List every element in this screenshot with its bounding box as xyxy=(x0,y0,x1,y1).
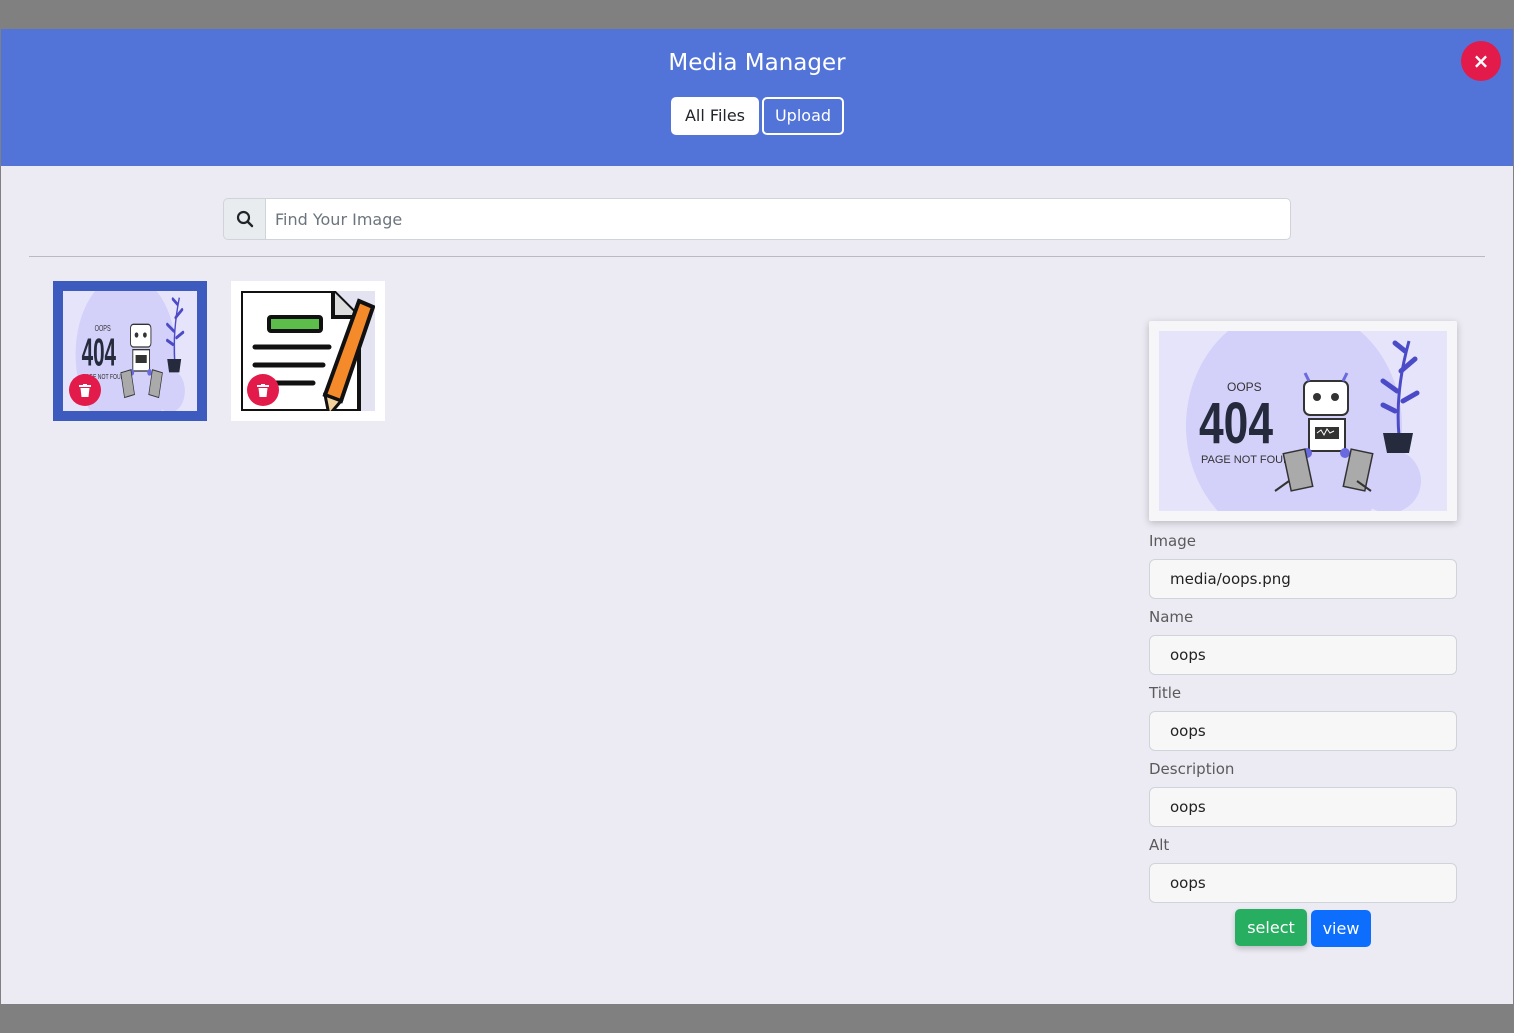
search-input[interactable] xyxy=(265,198,1291,240)
svg-text:404: 404 xyxy=(82,332,117,375)
view-button[interactable]: view xyxy=(1311,910,1371,947)
tab-upload[interactable]: Upload xyxy=(762,97,844,135)
modal-title: Media Manager xyxy=(668,50,846,76)
alt-field[interactable] xyxy=(1149,863,1457,903)
trash-icon xyxy=(79,383,91,397)
title-field-label: Title xyxy=(1149,684,1182,702)
divider xyxy=(29,256,1485,257)
description-field[interactable] xyxy=(1149,787,1457,827)
image-preview: OOPS 404 PAGE NOT FOUND xyxy=(1149,321,1457,521)
select-button[interactable]: select xyxy=(1235,909,1307,946)
name-field-label: Name xyxy=(1149,608,1194,626)
media-manager-modal: Media Manager All Files Upload × OOPS 40… xyxy=(1,29,1513,1004)
close-button[interactable]: × xyxy=(1461,41,1501,81)
name-field[interactable] xyxy=(1149,635,1457,675)
alt-field-label: Alt xyxy=(1149,836,1170,854)
title-field[interactable] xyxy=(1149,711,1457,751)
image-path-field[interactable] xyxy=(1149,559,1457,599)
image-thumbnail-oops[interactable]: OOPS 404 PAGE NOT FOUND xyxy=(53,281,207,421)
tab-all-files[interactable]: All Files xyxy=(671,97,759,135)
description-field-label: Description xyxy=(1149,760,1235,778)
svg-text:404: 404 xyxy=(1199,391,1273,456)
preview-image: OOPS 404 PAGE NOT FOUND xyxy=(1159,331,1447,511)
search-group xyxy=(223,198,1291,240)
search-icon xyxy=(223,198,265,240)
delete-button[interactable] xyxy=(69,374,101,406)
modal-header: Media Manager All Files Upload × xyxy=(1,29,1513,166)
image-thumbnail-document[interactable] xyxy=(231,281,385,421)
delete-button[interactable] xyxy=(247,374,279,406)
image-field-label: Image xyxy=(1149,532,1196,550)
trash-icon xyxy=(257,383,269,397)
